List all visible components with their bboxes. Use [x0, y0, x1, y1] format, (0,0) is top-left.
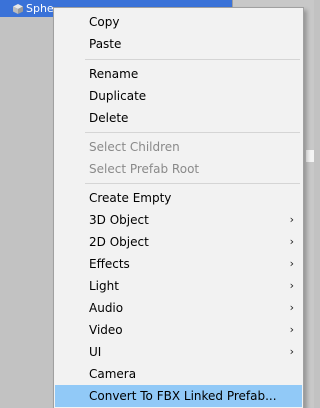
menu-item-label: Select Prefab Root — [89, 162, 200, 176]
menu-separator — [85, 132, 300, 133]
menu-item-label: 2D Object — [89, 235, 149, 249]
menu-item-label: Copy — [89, 15, 120, 29]
context-menu: Copy Paste Rename Duplicate Delete Selec… — [53, 7, 304, 408]
menu-item-label: Paste — [89, 37, 122, 51]
menu-item-convert-fbx-linked-prefab[interactable]: Convert To FBX Linked Prefab... — [55, 385, 302, 407]
menu-item-paste[interactable]: Paste — [55, 33, 302, 55]
menu-item-camera[interactable]: Camera — [55, 363, 302, 385]
menu-item-label: Audio — [89, 301, 124, 315]
menu-item-select-children: Select Children — [55, 136, 302, 158]
menu-separator — [85, 59, 300, 60]
submenu-arrow-icon: › — [289, 279, 294, 292]
menu-item-label: Effects — [89, 257, 130, 271]
hierarchy-item-label: Sphe — [26, 2, 54, 15]
panel-mark — [306, 150, 314, 162]
submenu-arrow-icon: › — [289, 213, 294, 226]
menu-item-label: 3D Object — [89, 213, 149, 227]
menu-item-rename[interactable]: Rename — [55, 63, 302, 85]
menu-item-light[interactable]: Light › — [55, 275, 302, 297]
menu-item-audio[interactable]: Audio › — [55, 297, 302, 319]
submenu-arrow-icon: › — [289, 323, 294, 336]
menu-item-create-empty[interactable]: Create Empty — [55, 187, 302, 209]
menu-item-2d-object[interactable]: 2D Object › — [55, 231, 302, 253]
menu-separator — [85, 183, 300, 184]
menu-item-label: Light — [89, 279, 119, 293]
submenu-arrow-icon: › — [289, 301, 294, 314]
menu-item-3d-object[interactable]: 3D Object › — [55, 209, 302, 231]
menu-item-select-prefab-root: Select Prefab Root — [55, 158, 302, 180]
menu-item-label: Convert To FBX Linked Prefab... — [89, 389, 277, 403]
editor-area: Sphe Copy Paste Rename Duplicate Delete … — [0, 0, 314, 408]
menu-item-label: UI — [89, 345, 102, 359]
menu-item-label: Delete — [89, 111, 129, 125]
menu-item-duplicate[interactable]: Duplicate — [55, 85, 302, 107]
cube-icon — [13, 4, 23, 14]
menu-item-delete[interactable]: Delete — [55, 107, 302, 129]
menu-item-effects[interactable]: Effects › — [55, 253, 302, 275]
menu-item-copy[interactable]: Copy — [55, 11, 302, 33]
menu-item-label: Rename — [89, 67, 139, 81]
menu-item-label: Select Children — [89, 140, 180, 154]
menu-item-label: Create Empty — [89, 191, 172, 205]
menu-item-label: Video — [89, 323, 123, 337]
submenu-arrow-icon: › — [289, 257, 294, 270]
menu-item-video[interactable]: Video › — [55, 319, 302, 341]
submenu-arrow-icon: › — [289, 235, 294, 248]
menu-item-label: Duplicate — [89, 89, 147, 103]
menu-item-label: Camera — [89, 367, 137, 381]
menu-item-ui[interactable]: UI › — [55, 341, 302, 363]
submenu-arrow-icon: › — [289, 345, 294, 358]
